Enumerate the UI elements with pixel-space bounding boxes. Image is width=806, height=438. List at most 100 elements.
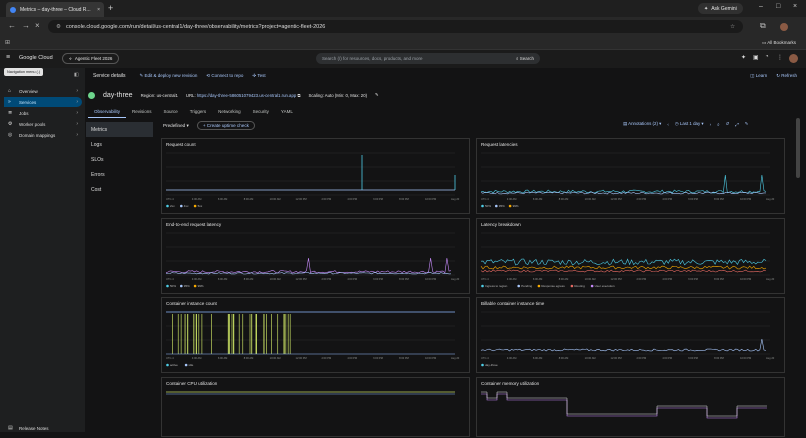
gemini-sparkle-icon[interactable]: ✦ (741, 54, 746, 61)
x-tick-label: 8:00 AM (559, 197, 569, 201)
legend-label: day-three (485, 363, 498, 367)
sidebar-item-worker-pools[interactable]: ⚙ Worker pools › (4, 119, 82, 129)
x-tick-label: 8:00 PM (714, 277, 724, 281)
x-tick-label: UTC-4 (481, 197, 489, 201)
close-tab-icon[interactable]: × (97, 7, 100, 13)
browser-tabstrip: Metrics – day-three – Cloud R... × + ✦ Ask… (0, 0, 806, 17)
legend-label: 99% (198, 284, 204, 288)
jobs-icon: ≣ (8, 110, 13, 116)
collapse-sidebar-icon[interactable]: ◧ (74, 72, 79, 78)
x-tick-label: 8:00 PM (714, 356, 724, 360)
copy-icon[interactable]: ⧉ (297, 93, 300, 98)
edit-dashboard-icon[interactable]: ✎ (745, 121, 749, 127)
console-search-input[interactable]: Search (/) for resources, docs, products… (316, 53, 540, 64)
apps-grid-icon[interactable]: ⊞ (5, 39, 10, 46)
x-tick-label: 4:00 AM (192, 277, 202, 281)
sidebar-item-jobs[interactable]: ≣ Jobs › (4, 108, 82, 118)
next-range-icon[interactable]: › (710, 122, 711, 127)
address-bar[interactable]: ⚙ console.cloud.google.com/run/detail/us-… (48, 20, 743, 33)
tab-source[interactable]: Source (158, 107, 184, 118)
navigation-menu-tooltip: Navigation menu (.) (4, 68, 44, 76)
legend-label: active (170, 363, 178, 367)
tab-triggers[interactable]: Triggers (184, 107, 212, 118)
time-range-dropdown[interactable]: ◷ Last 1 day ▾ (675, 121, 704, 127)
tab-networking[interactable]: Networking (212, 107, 247, 118)
search-button[interactable]: ⌕ Search (516, 56, 534, 61)
subnav-cost[interactable]: Cost (86, 182, 153, 197)
site-info-icon: ⚙ (56, 23, 61, 30)
account-avatar[interactable] (789, 54, 798, 63)
legend-swatch (481, 284, 484, 288)
subnav-logs[interactable]: Logs (86, 137, 153, 152)
x-tick-label: 2:00 PM (636, 356, 646, 360)
x-tick-label: 10:00 PM (740, 277, 751, 281)
cloud-shell-icon[interactable]: ▣ (753, 54, 759, 61)
page-scrollbar[interactable] (796, 118, 800, 178)
subnav-slos[interactable]: SLOs (86, 152, 153, 167)
tab-observability[interactable]: Observability (88, 107, 127, 118)
new-tab-icon[interactable]: + (108, 3, 113, 13)
zoom-icon[interactable]: ⌕ (717, 122, 719, 127)
bookmark-star-icon[interactable]: ☆ (730, 24, 735, 30)
tab-security[interactable]: Security (247, 107, 275, 118)
x-tick-label: 2:00 PM (321, 356, 331, 360)
legend-label: Pending (521, 284, 532, 288)
legend-swatch (481, 363, 484, 367)
subnav-errors[interactable]: Errors (86, 167, 153, 182)
x-tick-label: Aug 20 (451, 197, 460, 201)
x-tick-label: 12:00 PM (611, 356, 622, 360)
legend-label: Ingress to region (485, 284, 508, 288)
reset-icon[interactable]: ↺ (726, 121, 730, 127)
legend-swatch (537, 284, 541, 288)
x-tick-label: 2:00 PM (636, 197, 646, 201)
stop-loading-icon[interactable]: × (35, 21, 40, 30)
legend-label: 95% (499, 204, 505, 208)
close-window-icon[interactable]: × (793, 3, 797, 10)
tab-yaml[interactable]: YAML (275, 107, 299, 118)
x-tick-label: UTC-4 (166, 277, 174, 281)
notifications-icon[interactable]: ◔ (765, 54, 769, 60)
minimize-icon[interactable]: – (759, 3, 763, 10)
ask-gemini-button[interactable]: ✦ Ask Gemini (698, 3, 743, 14)
legend-swatch (166, 363, 169, 367)
sidebar-item-domain-mappings[interactable]: ◎ Domain mappings › (4, 130, 82, 140)
expand-icon[interactable]: ⤢ (735, 122, 739, 127)
edit-scaling-icon[interactable]: ✎ (375, 92, 379, 98)
create-uptime-button[interactable]: + Create uptime check (196, 121, 255, 130)
x-tick-label: 4:00 AM (192, 356, 202, 360)
x-tick-label: UTC-4 (166, 356, 174, 360)
hamburger-menu-icon[interactable]: ≡ (6, 54, 10, 61)
annotations-dropdown[interactable]: ▤ Annotations (2) ▾ (623, 121, 661, 127)
test-button[interactable]: ✣ Test (252, 73, 265, 79)
forward-icon[interactable]: → (22, 21, 30, 30)
subnav-metrics[interactable]: Metrics (86, 122, 153, 137)
maximize-icon[interactable]: □ (776, 3, 780, 10)
profile-avatar[interactable] (780, 23, 788, 31)
sidebar-item-services[interactable]: » Services › (4, 97, 82, 107)
google-cloud-logo[interactable]: Google Cloud (19, 55, 53, 61)
x-tick-label: 10:00 PM (425, 277, 436, 281)
browser-tab[interactable]: Metrics – day-three – Cloud R... × (6, 2, 104, 17)
refresh-button[interactable]: ↻ Refresh (776, 73, 797, 79)
tab-title: Metrics – day-three – Cloud R... (20, 6, 91, 13)
predefined-dropdown[interactable]: Predefined ▾ (163, 123, 189, 129)
legend-label: idle (189, 363, 194, 367)
x-tick-label: UTC-4 (481, 277, 489, 281)
sidebar-item-overview[interactable]: ⌂ Overview › (4, 86, 82, 96)
learn-button[interactable]: ◫ Learn (750, 73, 767, 79)
x-tick-label: 12:00 PM (296, 197, 307, 201)
prev-range-icon[interactable]: ‹ (667, 122, 668, 127)
service-url-link[interactable]: https://day-three-586051079423.us-centra… (197, 93, 296, 98)
x-tick-label: 10:00 AM (585, 197, 596, 201)
chart-card-end-to-end-latency: End-to-end request latency UTC-4 4:00 AM 6:… (161, 218, 470, 294)
more-vert-icon[interactable]: ⋮ (777, 54, 783, 61)
tab-revisions[interactable]: Revisions (126, 107, 158, 118)
back-icon[interactable]: ← (8, 21, 16, 30)
project-picker[interactable]: ⋄ Agentic Fleet 2026 (62, 53, 120, 64)
extensions-icon[interactable]: ⧉ (760, 21, 766, 31)
chevron-icon: › (76, 110, 78, 116)
connect-repo-button[interactable]: ⟲ Connect to repo (206, 73, 243, 79)
all-bookmarks[interactable]: ▭ All Bookmarks (762, 40, 796, 46)
edit-deploy-button[interactable]: ✎ Edit & deploy new revision (140, 73, 198, 79)
service-name: day-three (103, 91, 133, 99)
